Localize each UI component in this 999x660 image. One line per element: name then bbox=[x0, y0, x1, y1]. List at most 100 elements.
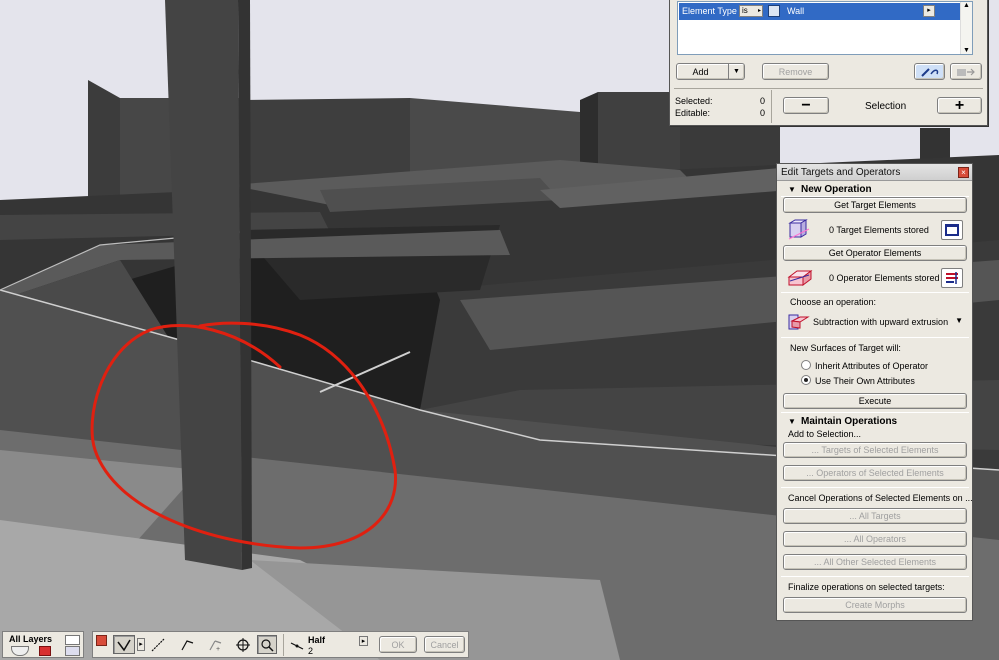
remove-criteria-button[interactable]: Remove bbox=[762, 63, 829, 80]
inject-parameters-icon bbox=[957, 68, 975, 76]
cancel-button[interactable]: Cancel bbox=[424, 636, 465, 653]
select-targets-of-selected-button[interactable]: ... Targets of Selected Elements bbox=[783, 442, 967, 458]
all-operators-label: ... All Operators bbox=[843, 534, 907, 544]
operation-dropdown[interactable]: Subtraction with upward extrusion ▼ bbox=[784, 312, 967, 332]
line-tool-button[interactable] bbox=[148, 635, 168, 654]
create-morphs-button[interactable]: Create Morphs bbox=[783, 597, 967, 613]
create-morphs-label: Create Morphs bbox=[845, 600, 905, 610]
criteria-scrollbar[interactable]: ▲ ▼ bbox=[960, 2, 972, 54]
inherit-attributes-radio[interactable] bbox=[801, 360, 811, 370]
line-icon bbox=[151, 638, 165, 651]
choose-operation-label: Choose an operation: bbox=[790, 297, 877, 307]
divider bbox=[781, 292, 969, 293]
eyedropper-icon bbox=[920, 67, 938, 77]
chevron-down-icon[interactable]: ▼ bbox=[955, 316, 963, 325]
show-operators-icon bbox=[946, 272, 958, 284]
layer-sync-icon[interactable] bbox=[65, 646, 80, 656]
collapse-triangle-icon[interactable]: ▼ bbox=[788, 185, 796, 194]
pointer-tool-button[interactable] bbox=[113, 635, 135, 654]
minus-icon: − bbox=[801, 97, 811, 114]
cancel-all-operators-button[interactable]: ... All Operators bbox=[783, 531, 967, 547]
close-icon[interactable] bbox=[96, 635, 107, 646]
close-icon[interactable]: × bbox=[958, 167, 969, 178]
magic-wand-button[interactable] bbox=[257, 635, 277, 654]
offset-tool-button[interactable]: + bbox=[205, 635, 225, 654]
divider bbox=[781, 487, 969, 488]
scroll-up-icon[interactable]: ▲ bbox=[963, 2, 970, 9]
execute-button[interactable]: Execute bbox=[783, 393, 967, 409]
get-target-elements-label: Get Target Elements bbox=[834, 200, 916, 210]
divider bbox=[674, 88, 983, 89]
geometry-method-value: 2 bbox=[308, 646, 314, 656]
selection-label: Selection bbox=[865, 101, 907, 112]
show-targets-icon bbox=[945, 224, 959, 236]
chevron-right-icon[interactable]: ▸ bbox=[359, 636, 368, 646]
angle-tool-button[interactable] bbox=[177, 635, 197, 654]
layers-quick-options: All Layers bbox=[2, 631, 84, 658]
add-criteria-label: Add bbox=[692, 66, 709, 77]
cancel-all-other-button[interactable]: ... All Other Selected Elements bbox=[783, 554, 967, 570]
execute-label: Execute bbox=[858, 396, 892, 406]
layer-settings-icon[interactable] bbox=[65, 635, 80, 645]
editable-count: 0 bbox=[760, 108, 766, 118]
chevron-down-icon[interactable]: ▼ bbox=[728, 64, 744, 79]
close-glyph: × bbox=[961, 168, 966, 177]
snap-tool-button[interactable] bbox=[233, 635, 253, 654]
geometry-method-button[interactable] bbox=[287, 635, 307, 654]
maintain-operations-header: Maintain Operations bbox=[801, 416, 898, 427]
criteria-value-dropdown[interactable]: ▸ bbox=[923, 5, 935, 17]
lock-icon[interactable] bbox=[39, 646, 51, 656]
finalize-label: Finalize operations on selected targets: bbox=[788, 582, 945, 592]
edit-targets-operators-palette: Edit Targets and Operators × ▼ New Opera… bbox=[776, 163, 973, 621]
all-targets-label: ... All Targets bbox=[849, 511, 901, 521]
new-operation-header: New Operation bbox=[801, 184, 872, 195]
subtraction-operation-icon bbox=[788, 314, 810, 330]
highlight-operators-button[interactable] bbox=[941, 268, 963, 288]
eyedropper-button[interactable] bbox=[914, 63, 945, 80]
palette-titlebar[interactable]: Edit Targets and Operators × bbox=[777, 164, 972, 181]
operation-value: Subtraction with upward extrusion bbox=[813, 317, 949, 327]
angle-icon bbox=[181, 639, 194, 650]
chevron-right-icon[interactable]: ▸ bbox=[137, 638, 145, 651]
plus-icon: + bbox=[954, 97, 965, 114]
select-operators-of-selected-button[interactable]: ... Operators of Selected Elements bbox=[783, 465, 967, 481]
criteria-list[interactable]: Element Type is ▸ Wall ▸ ▲ ▼ bbox=[677, 1, 973, 55]
highlight-targets-button[interactable] bbox=[941, 220, 963, 240]
scroll-down-icon[interactable]: ▼ bbox=[963, 47, 970, 54]
targets-stored-text: 0 Target Elements stored bbox=[829, 225, 929, 235]
select-operators-label: ... Operators of Selected Elements bbox=[806, 468, 944, 478]
cancel-all-targets-button[interactable]: ... All Targets bbox=[783, 508, 967, 524]
target-elements-icon bbox=[788, 219, 810, 240]
collapse-triangle-icon[interactable]: ▼ bbox=[788, 417, 796, 426]
add-to-selection-button[interactable]: + bbox=[937, 97, 982, 114]
cancel-label: Cancel bbox=[430, 639, 459, 650]
gravity-icon bbox=[236, 637, 250, 652]
divider bbox=[781, 412, 969, 413]
remove-from-selection-button[interactable]: − bbox=[783, 97, 829, 114]
own-attributes-radio[interactable] bbox=[801, 375, 811, 385]
criteria-field: Element Type bbox=[682, 6, 737, 16]
eye-icon[interactable] bbox=[11, 646, 29, 656]
svg-text:+: + bbox=[216, 646, 220, 653]
divider bbox=[771, 90, 772, 123]
add-criteria-button[interactable]: Add ▼ bbox=[676, 63, 745, 80]
get-target-elements-button[interactable]: Get Target Elements bbox=[783, 197, 967, 213]
ok-label: OK bbox=[391, 639, 405, 650]
half-distance-icon bbox=[290, 641, 304, 650]
offset-icon: + bbox=[209, 639, 222, 653]
own-attributes-label: Use Their Own Attributes bbox=[815, 376, 915, 386]
get-operator-elements-button[interactable]: Get Operator Elements bbox=[783, 245, 967, 261]
criteria-value: Wall bbox=[787, 6, 805, 16]
criteria-row-selected[interactable]: Element Type is ▸ Wall ▸ bbox=[679, 3, 969, 20]
edit-toolbar: ▸ + Half 2 ▸ OK Cancel bbox=[92, 631, 469, 658]
select-targets-label: ... Targets of Selected Elements bbox=[811, 445, 939, 455]
get-operator-elements-label: Get Operator Elements bbox=[828, 248, 922, 258]
chevron-right-icon: ▸ bbox=[757, 8, 761, 14]
ok-button[interactable]: OK bbox=[379, 636, 417, 653]
palette-title: Edit Targets and Operators bbox=[781, 167, 901, 178]
layer-combination-label[interactable]: All Layers bbox=[9, 634, 52, 644]
divider bbox=[283, 634, 284, 656]
new-surfaces-label: New Surfaces of Target will: bbox=[790, 343, 901, 353]
criteria-operator-dropdown[interactable]: is ▸ bbox=[739, 5, 763, 17]
apply-criteria-button[interactable] bbox=[950, 63, 982, 80]
